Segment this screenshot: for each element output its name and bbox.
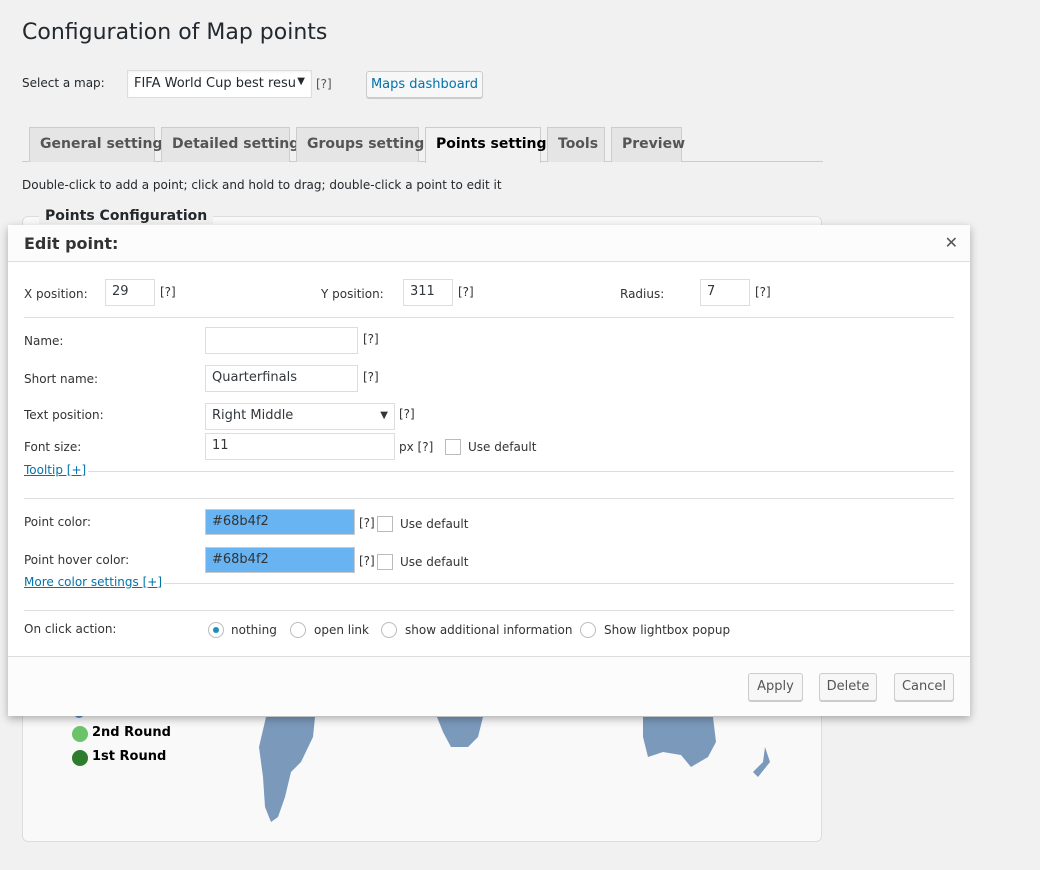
- help-link[interactable]: [?]: [160, 285, 176, 299]
- tab-groups-settings[interactable]: Groups settings: [296, 127, 433, 162]
- short-name-label: Short name:: [24, 372, 99, 386]
- point-hover-use-default-checkbox[interactable]: [377, 554, 393, 570]
- font-unit-help[interactable]: px [?]: [399, 440, 433, 454]
- help-link[interactable]: [?]: [363, 332, 379, 346]
- dropdown-arrow-icon: ▼: [297, 76, 305, 87]
- point-color-input[interactable]: #68b4f2: [205, 509, 355, 535]
- dialog-footer: Apply Delete Cancel: [8, 656, 970, 716]
- tooltip-toggle-link[interactable]: Tooltip [+]: [24, 463, 89, 477]
- radio-lightbox-popup-label: Show lightbox popup: [604, 623, 731, 637]
- tab-detailed-settings[interactable]: Detailed settings: [161, 127, 308, 162]
- new-zealand-shape: [753, 747, 770, 777]
- text-position-value: Right Middle: [212, 408, 294, 423]
- radius-input[interactable]: 7: [700, 279, 750, 306]
- tab-points-settings[interactable]: Points settings: [425, 127, 555, 163]
- x-position-input[interactable]: 29: [105, 279, 155, 306]
- delete-button[interactable]: Delete: [819, 673, 877, 701]
- help-link[interactable]: [?]: [359, 516, 375, 530]
- radio-nothing[interactable]: [208, 622, 224, 638]
- legend-label-1st-round: 1st Round: [92, 749, 167, 764]
- legend-dot-1st-round: [72, 750, 88, 766]
- apply-button[interactable]: Apply: [748, 673, 803, 701]
- help-link[interactable]: [?]: [399, 407, 415, 421]
- radio-open-link-label: open link: [314, 623, 369, 637]
- point-color-use-default-checkbox[interactable]: [377, 516, 393, 532]
- tab-preview[interactable]: Preview: [611, 127, 685, 162]
- map-select-value: FIFA World Cup best resu: [134, 76, 297, 91]
- help-link[interactable]: [?]: [458, 285, 474, 299]
- text-position-select[interactable]: Right Middle ▼: [205, 403, 395, 430]
- edit-point-dialog: Edit point: ✕ X position: 29 [?] Y posit…: [8, 225, 970, 716]
- radius-label: Radius:: [620, 287, 665, 301]
- help-link[interactable]: [?]: [363, 370, 379, 384]
- short-name-input[interactable]: Quarterfinals: [205, 365, 358, 392]
- point-color-use-default-label: Use default: [400, 517, 469, 531]
- point-hover-use-default-label: Use default: [400, 555, 469, 569]
- point-hover-color-label: Point hover color:: [24, 553, 130, 567]
- radio-lightbox-popup[interactable]: [580, 622, 596, 638]
- close-icon[interactable]: ✕: [945, 233, 958, 252]
- more-color-settings-link[interactable]: More color settings [+]: [24, 575, 165, 589]
- legend-dot-2nd-round: [72, 726, 88, 742]
- instruction-text: Double-click to add a point; click and h…: [22, 178, 502, 192]
- dialog-header: Edit point: ✕: [8, 225, 970, 262]
- africa-shape: [437, 717, 483, 747]
- maps-dashboard-button[interactable]: Maps dashboard: [366, 71, 483, 98]
- name-input[interactable]: [205, 327, 358, 354]
- radio-open-link[interactable]: [290, 622, 306, 638]
- font-size-input[interactable]: 11: [205, 433, 395, 460]
- australia-shape: [643, 717, 716, 767]
- select-map-label: Select a map:: [22, 76, 105, 90]
- page-title: Configuration of Map points: [22, 20, 328, 45]
- x-position-label: X position:: [24, 287, 88, 301]
- font-size-label: Font size:: [24, 440, 82, 454]
- radio-show-additional-info-label: show additional information: [405, 623, 573, 637]
- cancel-button[interactable]: Cancel: [894, 673, 954, 701]
- radio-nothing-label: nothing: [231, 623, 277, 637]
- help-link[interactable]: [?]: [755, 285, 771, 299]
- radio-show-additional-info[interactable]: [381, 622, 397, 638]
- font-use-default-checkbox[interactable]: [445, 439, 461, 455]
- name-label: Name:: [24, 334, 64, 348]
- font-use-default-label: Use default: [468, 440, 537, 454]
- text-position-label: Text position:: [24, 408, 104, 422]
- tab-tools[interactable]: Tools: [547, 127, 605, 162]
- on-click-action-label: On click action:: [24, 622, 117, 636]
- dropdown-arrow-icon: ▼: [380, 410, 388, 421]
- help-link[interactable]: [?]: [316, 77, 332, 91]
- south-america-shape: [259, 717, 315, 822]
- point-color-label: Point color:: [24, 515, 91, 529]
- y-position-label: Y position:: [321, 287, 384, 301]
- help-link[interactable]: [?]: [359, 554, 375, 568]
- map-select[interactable]: FIFA World Cup best resu ▼: [127, 70, 312, 98]
- tab-general-settings[interactable]: General settings: [29, 127, 171, 162]
- y-position-input[interactable]: 311: [403, 279, 453, 306]
- dialog-title: Edit point:: [24, 234, 119, 253]
- point-hover-color-input[interactable]: #68b4f2: [205, 547, 355, 573]
- legend-label-2nd-round: 2nd Round: [92, 725, 171, 740]
